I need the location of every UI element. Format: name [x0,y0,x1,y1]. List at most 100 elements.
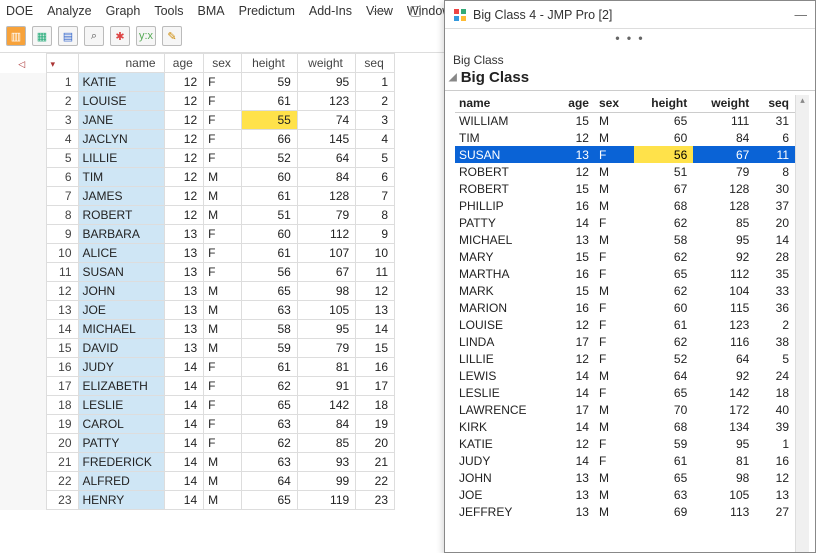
cell-seq[interactable]: 11 [356,263,395,282]
cell-height[interactable]: 58 [242,320,298,339]
cell-sex[interactable]: M [595,418,634,435]
cell-sex[interactable]: M [595,112,634,129]
cell-height[interactable]: 65 [634,265,693,282]
cell-sex[interactable]: M [595,469,634,486]
row-number[interactable]: 11 [46,263,78,282]
cell-seq[interactable]: 1 [356,73,395,92]
cell-age[interactable]: 14 [555,367,595,384]
table-row[interactable]: 8ROBERT12M51798 [0,206,395,225]
menu-bma[interactable]: BMA [198,4,225,18]
cell-sex[interactable]: M [595,180,634,197]
cell-name[interactable]: JOE [78,301,164,320]
cell-age[interactable]: 14 [555,452,595,469]
cell-sex[interactable]: F [204,225,242,244]
cell-sex[interactable]: M [204,301,242,320]
table-row[interactable]: 16JUDY14F618116 [0,358,395,377]
cell-sex[interactable]: F [204,263,242,282]
row-number[interactable]: 15 [46,339,78,358]
cell-age[interactable]: 17 [555,333,595,350]
cell-name[interactable]: ALICE [78,244,164,263]
cell-weight[interactable]: 116 [693,333,755,350]
cell-seq[interactable]: 15 [356,339,395,358]
cell-name[interactable]: WILLIAM [455,112,555,129]
cell-sex[interactable]: F [595,384,634,401]
cell-age[interactable]: 12 [164,73,204,92]
sorted-header-seq[interactable]: seq [755,95,795,112]
column-header-age[interactable]: age [164,54,204,73]
cell-weight[interactable]: 115 [693,299,755,316]
cell-seq[interactable]: 37 [755,197,795,214]
table-row[interactable]: 3JANE12F55743 [0,111,395,130]
cell-weight[interactable]: 142 [297,396,355,415]
cell-age[interactable]: 14 [555,214,595,231]
cell-height[interactable]: 65 [634,112,693,129]
cell-seq[interactable]: 8 [755,163,795,180]
row-number[interactable]: 22 [46,472,78,491]
cell-weight[interactable]: 79 [297,206,355,225]
cell-name[interactable]: TIM [78,168,164,187]
cell-name[interactable]: BARBARA [78,225,164,244]
cell-age[interactable]: 13 [164,301,204,320]
cell-seq[interactable]: 5 [755,350,795,367]
cell-height[interactable]: 61 [242,187,298,206]
column-header-seq[interactable]: seq [356,54,395,73]
column-header-weight[interactable]: weight [297,54,355,73]
cell-name[interactable]: ROBERT [455,180,555,197]
cell-weight[interactable]: 105 [297,301,355,320]
disclosure-icon[interactable]: ◢ [449,72,457,83]
cell-age[interactable]: 16 [555,197,595,214]
cell-height[interactable]: 60 [242,168,298,187]
table-row[interactable]: PATTY14F628520 [455,214,795,231]
cell-height[interactable]: 66 [242,130,298,149]
cell-sex[interactable]: F [204,111,242,130]
table-row[interactable]: MARY15F629228 [455,248,795,265]
row-number[interactable]: 17 [46,377,78,396]
cell-seq[interactable]: 31 [755,112,795,129]
table-row[interactable]: 7JAMES12M611287 [0,187,395,206]
table-row[interactable]: 9BARBARA13F601129 [0,225,395,244]
table-row[interactable]: TIM12M60846 [455,129,795,146]
data-grid[interactable]: ◁ ▾ name age sex height weight seq 1KATI… [0,53,395,510]
table-row[interactable]: WILLIAM15M6511131 [455,112,795,129]
cell-age[interactable]: 12 [555,350,595,367]
panel-toggle-icon[interactable]: ◁ [18,59,25,70]
cell-age[interactable]: 13 [164,282,204,301]
table-row[interactable]: JEFFREY13M6911327 [455,503,795,520]
row-number[interactable]: 14 [46,320,78,339]
table-row[interactable]: 23HENRY14M6511923 [0,491,395,510]
cell-height[interactable]: 64 [242,472,298,491]
cell-sex[interactable]: F [595,248,634,265]
cell-height[interactable]: 52 [634,350,693,367]
table-row[interactable]: ROBERT12M51798 [455,163,795,180]
cell-age[interactable]: 13 [164,339,204,358]
toolbar-button[interactable]: ✱ [110,26,130,46]
cell-name[interactable]: KIRK [455,418,555,435]
cell-sex[interactable]: F [204,73,242,92]
cell-name[interactable]: PATTY [455,214,555,231]
cell-age[interactable]: 16 [555,265,595,282]
cell-sex[interactable]: M [595,282,634,299]
cell-seq[interactable]: 3 [356,111,395,130]
cell-age[interactable]: 13 [555,486,595,503]
cell-sex[interactable]: F [595,333,634,350]
cell-weight[interactable]: 67 [297,263,355,282]
cell-name[interactable]: JANE [78,111,164,130]
column-header-name[interactable]: name [78,54,164,73]
cell-name[interactable]: ROBERT [455,163,555,180]
cell-name[interactable]: MICHAEL [78,320,164,339]
cell-height[interactable]: 59 [242,339,298,358]
cell-height[interactable]: 65 [242,396,298,415]
table-row[interactable]: LEWIS14M649224 [455,367,795,384]
table-row[interactable]: 19CAROL14F638419 [0,415,395,434]
cell-sex[interactable]: M [204,453,242,472]
cell-height[interactable]: 64 [634,367,693,384]
overflow-menu-icon[interactable]: • • • [445,29,815,47]
toolbar-button[interactable]: ✎ [162,26,182,46]
cell-seq[interactable]: 40 [755,401,795,418]
cell-height[interactable]: 62 [634,282,693,299]
menu-analyze[interactable]: Analyze [47,4,91,18]
row-number[interactable]: 10 [46,244,78,263]
cell-sex[interactable]: F [595,299,634,316]
cell-weight[interactable]: 95 [693,231,755,248]
row-menu-icon[interactable]: ▾ [51,59,56,70]
